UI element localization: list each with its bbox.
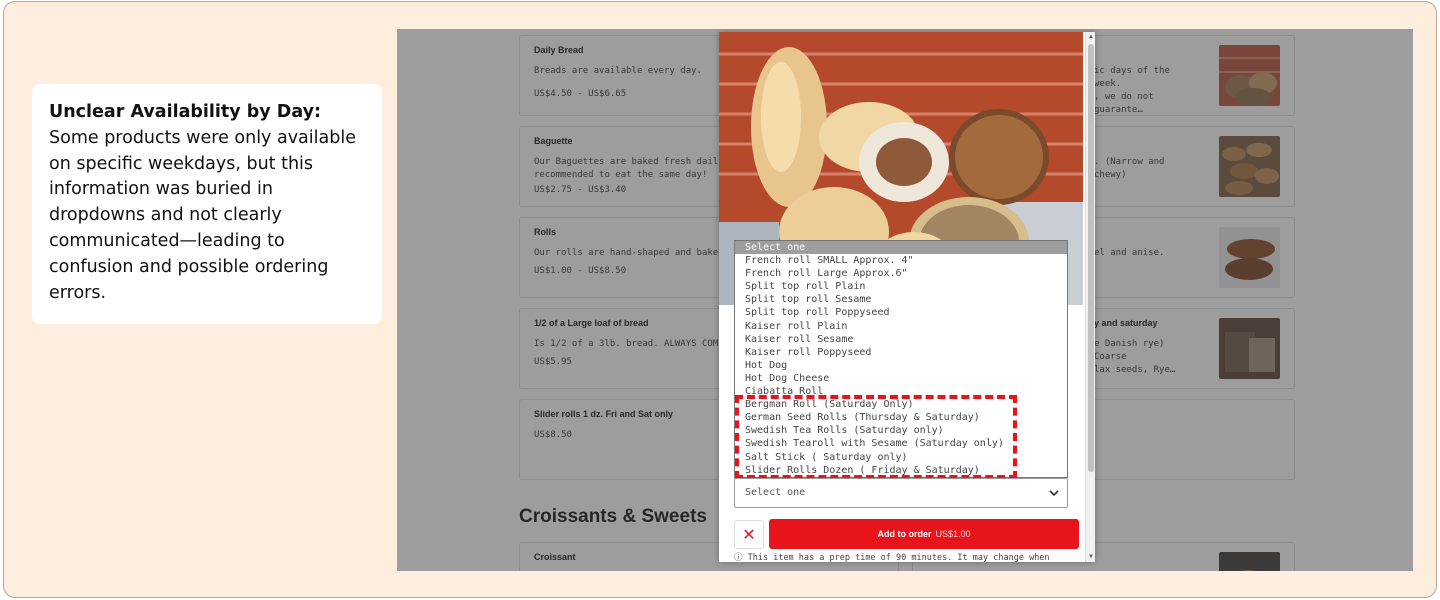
annotation-callout: Unclear Availability by Day: Some produc… bbox=[32, 84, 382, 324]
add-to-order-button[interactable]: Add to order US$1.00 bbox=[769, 519, 1079, 549]
scroll-up-icon[interactable]: ▲ bbox=[1087, 33, 1095, 41]
listbox-option[interactable]: Split top roll Sesame bbox=[735, 293, 1067, 306]
scroll-down-icon[interactable]: ▼ bbox=[1087, 553, 1095, 561]
website-screenshot: Daily Bread Breads are available every d… bbox=[397, 29, 1413, 571]
weekday-highlight-box bbox=[735, 395, 1017, 479]
listbox-option[interactable]: French roll Large Approx.6" bbox=[735, 267, 1067, 280]
second-select[interactable]: Select one bbox=[734, 478, 1068, 508]
add-to-order-label: Add to order bbox=[877, 529, 932, 539]
close-button[interactable]: ✕ bbox=[734, 520, 764, 549]
prep-time-note: ⓘ This item has a prep time of 90 minute… bbox=[734, 553, 1050, 562]
listbox-option[interactable]: Split top roll Poppyseed bbox=[735, 306, 1067, 319]
listbox-option[interactable]: Kaiser roll Poppyseed bbox=[735, 346, 1067, 359]
listbox-option[interactable]: Hot Dog Cheese bbox=[735, 372, 1067, 385]
callout-heading: Unclear Availability by Day: bbox=[49, 102, 322, 122]
listbox-option[interactable]: Select one bbox=[735, 241, 1067, 255]
chevron-down-icon bbox=[1049, 490, 1059, 497]
modal-scrollbar[interactable]: ▲ ▼ bbox=[1085, 32, 1095, 562]
listbox-option[interactable]: French roll SMALL Approx. 4" bbox=[735, 254, 1067, 267]
add-to-order-price: US$1.00 bbox=[935, 529, 971, 539]
listbox-option[interactable]: Hot Dog bbox=[735, 359, 1067, 372]
callout-body: Some products were only available on spe… bbox=[49, 127, 356, 303]
listbox-option[interactable]: Kaiser roll Plain bbox=[735, 320, 1067, 333]
listbox-option[interactable]: Split top roll Plain bbox=[735, 280, 1067, 293]
product-modal: Select one French roll SMALL Approx. 4" … bbox=[719, 32, 1095, 562]
listbox-option[interactable]: Kaiser roll Sesame bbox=[735, 333, 1067, 346]
scrollbar-thumb[interactable] bbox=[1088, 44, 1094, 472]
second-select-value: Select one bbox=[745, 487, 806, 498]
